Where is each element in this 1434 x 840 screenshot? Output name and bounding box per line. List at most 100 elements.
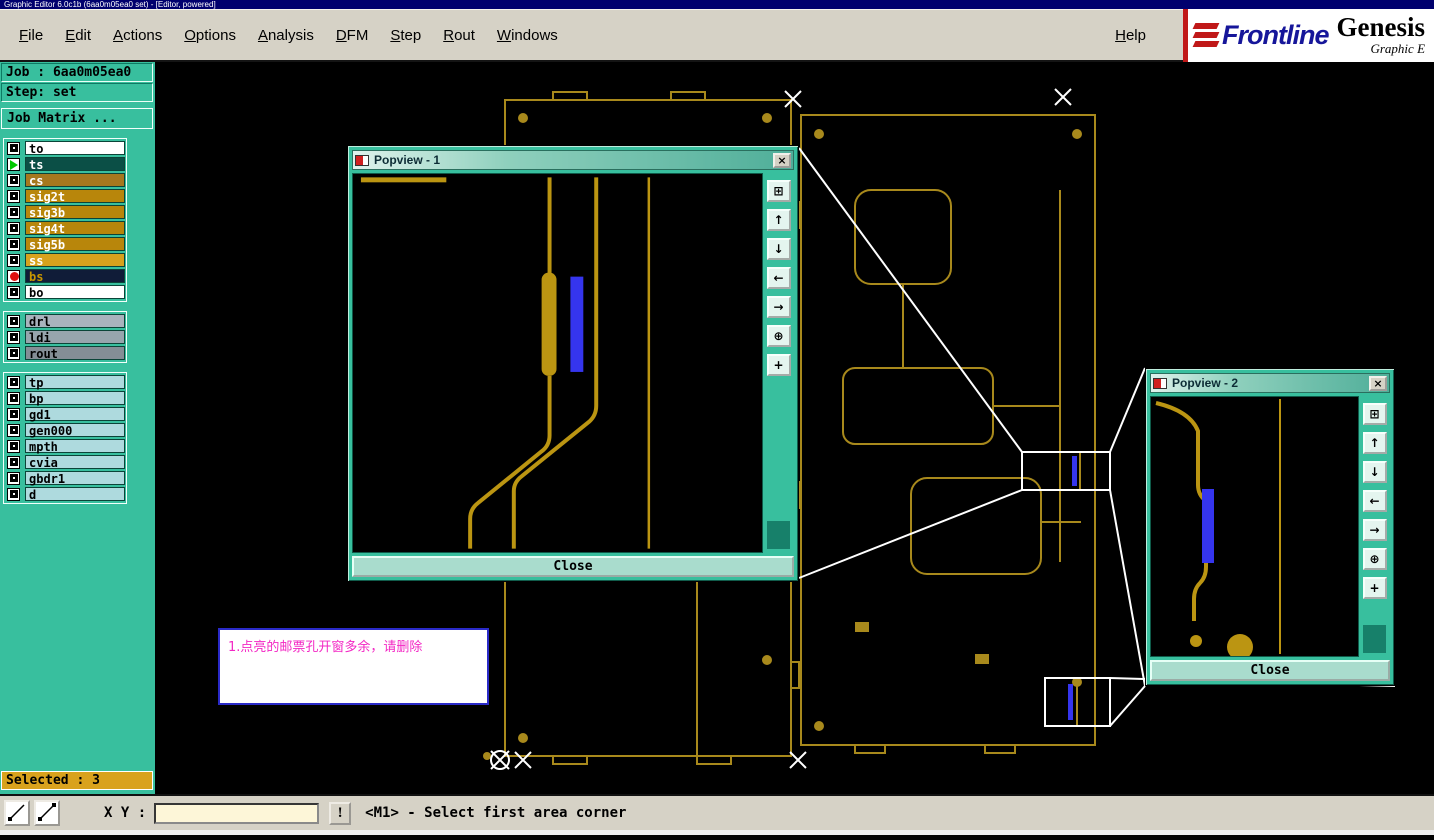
menu-rout[interactable]: Rout bbox=[432, 22, 486, 49]
popview-scroll-chip[interactable] bbox=[767, 521, 790, 549]
layer-checkbox[interactable] bbox=[7, 455, 20, 469]
popview-tool-pan-all[interactable]: + bbox=[1362, 577, 1387, 599]
popview-tool-restore-window[interactable]: ⊞ bbox=[1362, 403, 1387, 425]
layer-checkbox[interactable] bbox=[7, 407, 20, 421]
layer-row-mpth[interactable]: mpth bbox=[5, 438, 125, 454]
popview-tool-pan-right[interactable]: → bbox=[1362, 519, 1387, 541]
layer-row-drl[interactable]: drl bbox=[5, 313, 125, 329]
layer-label[interactable]: gbdr1 bbox=[25, 471, 125, 486]
layer-checkbox[interactable] bbox=[7, 391, 20, 405]
popview-2-close-button[interactable]: Close bbox=[1150, 660, 1390, 681]
layer-row-sig3b[interactable]: sig3b bbox=[5, 204, 125, 220]
layer-checkbox[interactable] bbox=[7, 237, 20, 251]
layer-row-ts[interactable]: ts bbox=[5, 156, 125, 172]
popview-2-canvas[interactable] bbox=[1150, 396, 1359, 657]
layer-checkbox[interactable] bbox=[7, 330, 20, 344]
active-layer-marker-icon[interactable] bbox=[7, 157, 20, 171]
popview-1-close-x[interactable]: × bbox=[773, 152, 791, 168]
layer-row-cs[interactable]: cs bbox=[5, 172, 125, 188]
layer-label[interactable]: ss bbox=[25, 253, 125, 268]
layer-row-gen000[interactable]: gen000 bbox=[5, 422, 125, 438]
popview-tool-pan-left[interactable]: ← bbox=[1362, 490, 1387, 512]
layer-row-bs[interactable]: bs bbox=[5, 268, 125, 284]
layer-label[interactable]: cs bbox=[25, 173, 125, 188]
layer-checkbox[interactable] bbox=[7, 314, 20, 328]
layer-row-gbdr1[interactable]: gbdr1 bbox=[5, 470, 125, 486]
popview-scroll-chip[interactable] bbox=[1363, 625, 1386, 653]
menu-step[interactable]: Step bbox=[379, 22, 432, 49]
job-matrix-button[interactable]: Job Matrix ... bbox=[1, 108, 153, 129]
layer-label[interactable]: gen000 bbox=[25, 423, 125, 438]
window-titlebar[interactable]: Graphic Editor 6.0c1b (6aa0m05ea0 set) -… bbox=[0, 0, 1434, 9]
menu-windows[interactable]: Windows bbox=[486, 22, 569, 49]
layer-checkbox[interactable] bbox=[7, 487, 20, 501]
layer-label[interactable]: sig3b bbox=[25, 205, 125, 220]
layer-checkbox[interactable] bbox=[7, 141, 20, 155]
popview-tool-pan-left[interactable]: ← bbox=[766, 267, 791, 289]
popview-tool-zoom-select[interactable]: ⊕ bbox=[1362, 548, 1387, 570]
layer-checkbox[interactable] bbox=[7, 205, 20, 219]
layer-row-gd1[interactable]: gd1 bbox=[5, 406, 125, 422]
layer-checkbox[interactable] bbox=[7, 423, 20, 437]
layer-row-bp[interactable]: bp bbox=[5, 390, 125, 406]
popview-tool-restore-window[interactable]: ⊞ bbox=[766, 180, 791, 202]
menu-edit[interactable]: Edit bbox=[54, 22, 102, 49]
layer-label[interactable]: ts bbox=[25, 157, 125, 172]
layer-label[interactable]: sig5b bbox=[25, 237, 125, 252]
layer-row-rout[interactable]: rout bbox=[5, 345, 125, 361]
layer-checkbox[interactable] bbox=[7, 439, 20, 453]
layer-label[interactable]: sig4t bbox=[25, 221, 125, 236]
layer-label[interactable]: bo bbox=[25, 285, 125, 300]
layer-label[interactable]: bs bbox=[25, 269, 125, 284]
layer-label[interactable]: cvia bbox=[25, 455, 125, 470]
layer-row-d[interactable]: d bbox=[5, 486, 125, 502]
layer-row-bo[interactable]: bo bbox=[5, 284, 125, 300]
layer-row-sig4t[interactable]: sig4t bbox=[5, 220, 125, 236]
popview-tool-pan-up[interactable]: ↑ bbox=[766, 209, 791, 231]
layer-label[interactable]: tp bbox=[25, 375, 125, 390]
layer-row-to[interactable]: to bbox=[5, 140, 125, 156]
layer-marker-red-icon[interactable] bbox=[7, 269, 20, 283]
layer-row-ss[interactable]: ss bbox=[5, 252, 125, 268]
layer-label[interactable]: d bbox=[25, 487, 125, 502]
popview-2-titlebar[interactable]: Popview - 2 × bbox=[1150, 373, 1390, 393]
snap-mode-angle-button[interactable] bbox=[34, 800, 60, 826]
popview-2-close-x[interactable]: × bbox=[1369, 375, 1387, 391]
layer-label[interactable]: ldi bbox=[25, 330, 125, 345]
layer-label[interactable]: to bbox=[25, 141, 125, 156]
popview-1-close-button[interactable]: Close bbox=[352, 556, 794, 577]
menu-dfm[interactable]: DFM bbox=[325, 22, 380, 49]
layer-row-sig2t[interactable]: sig2t bbox=[5, 188, 125, 204]
popview-tool-pan-down[interactable]: ↓ bbox=[766, 238, 791, 260]
layer-row-sig5b[interactable]: sig5b bbox=[5, 236, 125, 252]
menu-options[interactable]: Options bbox=[173, 22, 247, 49]
xy-coordinates-input[interactable] bbox=[154, 802, 320, 824]
layer-checkbox[interactable] bbox=[7, 189, 20, 203]
layer-label[interactable]: bp bbox=[25, 391, 125, 406]
menu-actions[interactable]: Actions bbox=[102, 22, 173, 49]
layer-row-ldi[interactable]: ldi bbox=[5, 329, 125, 345]
layer-label[interactable]: drl bbox=[25, 314, 125, 329]
layer-checkbox[interactable] bbox=[7, 375, 20, 389]
popview-tool-pan-all[interactable]: + bbox=[766, 354, 791, 376]
layer-label[interactable]: sig2t bbox=[25, 189, 125, 204]
layer-row-cvia[interactable]: cvia bbox=[5, 454, 125, 470]
layer-checkbox[interactable] bbox=[7, 285, 20, 299]
layer-checkbox[interactable] bbox=[7, 173, 20, 187]
popview-1-canvas[interactable] bbox=[352, 173, 763, 553]
layer-label[interactable]: rout bbox=[25, 346, 125, 361]
popview-tool-pan-up[interactable]: ↑ bbox=[1362, 432, 1387, 454]
layer-row-tp[interactable]: tp bbox=[5, 374, 125, 390]
layer-checkbox[interactable] bbox=[7, 471, 20, 485]
popview-1-titlebar[interactable]: Popview - 1 × bbox=[352, 150, 794, 170]
layer-checkbox[interactable] bbox=[7, 346, 20, 360]
menu-help[interactable]: Help bbox=[1104, 22, 1157, 49]
layer-checkbox[interactable] bbox=[7, 221, 20, 235]
layer-label[interactable]: gd1 bbox=[25, 407, 125, 422]
popview-tool-pan-down[interactable]: ↓ bbox=[1362, 461, 1387, 483]
popview-tool-zoom-select[interactable]: ⊕ bbox=[766, 325, 791, 347]
alert-button[interactable]: ! bbox=[329, 801, 352, 825]
popview-tool-pan-right[interactable]: → bbox=[766, 296, 791, 318]
snap-mode-line-button[interactable] bbox=[4, 800, 30, 826]
menu-file[interactable]: File bbox=[8, 22, 54, 49]
